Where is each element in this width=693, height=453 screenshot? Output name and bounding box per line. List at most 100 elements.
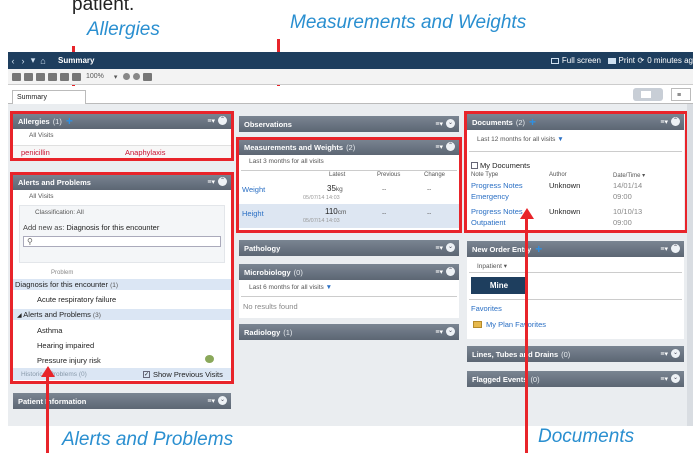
document-subtype[interactable]: Outpatient [471, 218, 506, 227]
save-icon[interactable] [36, 72, 45, 81]
new-order-menu-icon[interactable]: ≡▾ [660, 245, 668, 253]
mine-button[interactable]: Mine [471, 277, 527, 294]
zoom-out-icon[interactable] [72, 72, 81, 81]
zoom-level[interactable]: 100% [86, 73, 104, 80]
print-button[interactable]: Print [607, 56, 635, 65]
problem-search-input[interactable]: ⚲ [23, 236, 221, 247]
microbiology-collapse-icon[interactable]: ⌃ [446, 267, 455, 276]
document-type[interactable]: Progress Notes [471, 181, 523, 190]
alerts-collapse-icon[interactable]: ⌃ [218, 177, 227, 186]
microbiology-menu-icon[interactable]: ≡▾ [435, 268, 443, 276]
group-alerts[interactable]: ◢ Alerts and Problems (3) [17, 310, 101, 319]
documents-collapse-icon[interactable]: ⌃ [671, 117, 680, 126]
col-problem: Problem [51, 270, 74, 276]
pathology-expand-icon[interactable]: ⌄ [446, 243, 455, 252]
observations-header[interactable]: Observations ≡▾ ⌄ [239, 116, 459, 132]
document-subtype[interactable]: Emergency [471, 192, 509, 201]
measurements-menu-icon[interactable]: ≡▾ [435, 143, 443, 151]
allergies-collapse-icon[interactable]: ⌃ [218, 116, 227, 125]
lines-expand-icon[interactable]: ⌄ [671, 349, 680, 358]
microbiology-header[interactable]: Microbiology (0) ≡▾ ⌃ [239, 264, 459, 280]
add-new-value[interactable]: Diagnosis for this encounter [66, 223, 159, 232]
documents-menu-icon[interactable]: ≡▾ [660, 118, 668, 126]
documents-count: (2) [515, 117, 526, 127]
page-scrollbar[interactable] [687, 104, 693, 426]
add-allergy-icon[interactable]: + [66, 115, 73, 127]
observations-expand-icon[interactable]: ⌄ [446, 119, 455, 128]
zoom-dropdown-icon[interactable]: ▾ [114, 73, 118, 81]
new-order-collapse-icon[interactable]: ⌃ [671, 244, 680, 253]
group-diagnosis[interactable]: Diagnosis for this encounter (1) [15, 280, 118, 289]
problem-item[interactable]: Acute respiratory failure [37, 295, 116, 304]
microbiology-filter[interactable]: Last 6 months for all visits ▼ [249, 284, 332, 291]
allergy-name[interactable]: penicillin [21, 148, 50, 157]
allergies-menu-icon[interactable]: ≡▾ [207, 117, 215, 125]
zoom-in-icon[interactable] [60, 72, 69, 81]
pathology-header[interactable]: Pathology ≡▾ ⌄ [239, 240, 459, 256]
status-icon[interactable] [133, 73, 141, 80]
measurements-header[interactable]: Measurements and Weights (2) ≡▾ ⌃ [239, 139, 459, 155]
documents-filter[interactable]: Last 12 months for all visits ▼ [477, 136, 564, 143]
binoculars-icon[interactable] [12, 72, 21, 81]
record-icon[interactable] [123, 73, 131, 80]
dropdown-icon[interactable]: ▾ [28, 55, 38, 66]
measurement-name[interactable]: Weight [242, 185, 265, 194]
problem-status-icon [205, 355, 214, 363]
pathology-menu-icon[interactable]: ≡▾ [435, 244, 443, 252]
measurements-filter[interactable]: Last 3 months for all visits [249, 158, 324, 165]
measurement-change: -- [427, 210, 432, 217]
alerts-header[interactable]: Alerts and Problems ≡▾ ⌃ [13, 174, 231, 190]
forward-arrow-icon[interactable]: › [18, 56, 28, 66]
problem-item[interactable]: Hearing impaired [37, 341, 94, 350]
inpatient-selector[interactable]: Inpatient ▾ [477, 262, 507, 270]
page-icon[interactable] [24, 72, 33, 81]
show-previous-visits-checkbox[interactable]: ✓ Show Previous Visits [143, 370, 223, 379]
observations-menu-icon[interactable]: ≡▾ [435, 120, 443, 128]
lock-icon[interactable] [143, 72, 153, 81]
alerts-filter[interactable]: All Visits [29, 193, 53, 200]
flagged-count: (0) [530, 374, 540, 384]
measurement-name[interactable]: Height [242, 209, 264, 218]
flagged-menu-icon[interactable]: ≡▾ [660, 375, 668, 383]
arrow-alerts-head [40, 366, 55, 377]
refresh-button[interactable]: ⟳ 0 minutes ag [637, 56, 693, 65]
filter-dropdown-icon[interactable]: ▼ [326, 284, 332, 291]
radiology-menu-icon[interactable]: ≡▾ [435, 328, 443, 336]
lines-header[interactable]: Lines, Tubes and Drains (0) ≡▾ ⌄ [467, 346, 684, 362]
new-order-header[interactable]: New Order Entry + ≡▾ ⌃ [467, 241, 684, 257]
allergies-header[interactable]: Allergies (1) + ≡▾ ⌃ [13, 113, 231, 129]
document-type[interactable]: Progress Notes [471, 207, 523, 216]
problem-item[interactable]: Pressure injury risk [37, 356, 101, 365]
my-plan-favorites-item[interactable]: My Plan Favorites [473, 320, 546, 329]
classification-filter[interactable]: Classification: All [35, 209, 84, 216]
new-order-body: Inpatient ▾ Mine Favorites My Plan Favor… [467, 257, 684, 339]
col-change: Change [424, 172, 446, 178]
allergies-filter[interactable]: All Visits [29, 132, 53, 139]
layout-icon[interactable] [48, 72, 57, 81]
favorites-link[interactable]: Favorites [471, 304, 502, 313]
patient-info-menu-icon[interactable]: ≡▾ [207, 397, 215, 405]
problem-item[interactable]: Asthma [37, 326, 62, 335]
allergies-title: Allergies [18, 116, 50, 126]
documents-filter-dropdown-icon[interactable]: ▼ [557, 136, 563, 143]
tab-summary[interactable]: Summary [12, 90, 86, 104]
documents-header[interactable]: Documents (2) + ≡▾ ⌃ [467, 114, 684, 130]
measurements-collapse-icon[interactable]: ⌃ [446, 142, 455, 151]
flagged-expand-icon[interactable]: ⌄ [671, 374, 680, 383]
radiology-expand-icon[interactable]: ⌄ [446, 327, 455, 336]
home-icon[interactable]: ⌂ [38, 56, 48, 66]
my-documents-checkbox[interactable]: My Documents [471, 161, 530, 170]
full-screen-button[interactable]: Full screen [550, 56, 601, 65]
lines-menu-icon[interactable]: ≡▾ [660, 350, 668, 358]
flagged-header[interactable]: Flagged Events (0) ≡▾ ⌄ [467, 371, 684, 387]
add-document-icon[interactable]: + [529, 116, 536, 128]
add-order-icon[interactable]: + [535, 243, 542, 255]
microbiology-count: (0) [293, 267, 303, 277]
alerts-menu-icon[interactable]: ≡▾ [207, 178, 215, 186]
back-arrow-icon[interactable]: ‹ [8, 56, 18, 66]
callout-allergies: Allergies [87, 19, 160, 40]
view-toggle-button[interactable] [633, 88, 663, 101]
menu-button[interactable]: ≡ [671, 88, 691, 101]
patient-info-expand-icon[interactable]: ⌄ [218, 396, 227, 405]
radiology-header[interactable]: Radiology (1) ≡▾ ⌄ [239, 324, 459, 340]
